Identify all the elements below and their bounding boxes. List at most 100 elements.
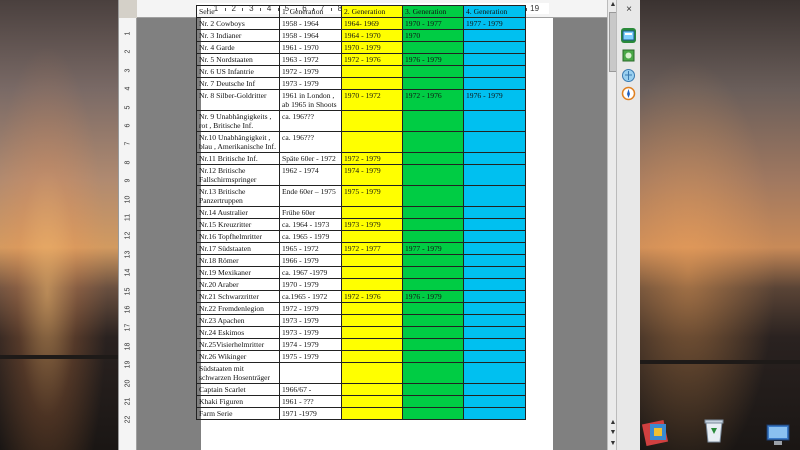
serie-cell[interactable]: Nr.14 Australier <box>196 206 280 219</box>
generation-cell[interactable]: 1964 - 1970 <box>341 29 403 42</box>
generation-cell[interactable]: 1976 - 1979 <box>402 53 464 66</box>
serie-cell[interactable]: Nr.23 Apachen <box>196 314 280 327</box>
generation-cell[interactable]: 1977 - 1979 <box>402 242 464 255</box>
generation-cell[interactable] <box>463 185 526 207</box>
close-icon[interactable]: × <box>623 4 635 16</box>
generation-cell[interactable] <box>341 362 403 384</box>
serie-cell[interactable]: Nr.20 Araber <box>196 278 280 291</box>
generation-cell[interactable] <box>402 41 464 54</box>
generation-cell[interactable] <box>341 77 403 90</box>
serie-cell[interactable]: Khaki Figuren <box>196 395 280 408</box>
generation-cell[interactable] <box>402 314 464 327</box>
generation-cell[interactable]: 1973 - 1979 <box>341 218 403 231</box>
generation-cell[interactable] <box>402 326 464 339</box>
generation-cell[interactable]: 1963 - 1972 <box>279 53 342 66</box>
generation-cell[interactable] <box>402 77 464 90</box>
generation-cell[interactable] <box>341 338 403 351</box>
generation-cell[interactable]: 1970 - 1977 <box>402 17 464 30</box>
generation-cell[interactable]: 1972 - 1976 <box>341 290 403 303</box>
serie-cell[interactable]: Nr. 8 Silber-Goldritter <box>196 89 280 111</box>
generation-cell[interactable]: 1970 - 1979 <box>341 41 403 54</box>
serie-cell[interactable]: Nr.24 Eskimos <box>196 326 280 339</box>
generation-cell[interactable]: 1961 - 1970 <box>279 41 342 54</box>
generation-cell[interactable]: 1972 - 1977 <box>341 242 403 255</box>
generation-cell[interactable] <box>402 185 464 207</box>
generation-cell[interactable]: ca.1965 - 1972 <box>279 290 342 303</box>
monitor-icon[interactable] <box>764 420 792 448</box>
generation-cell[interactable] <box>463 230 526 243</box>
generation-cell[interactable]: 1970 - 1979 <box>279 278 342 291</box>
serie-cell[interactable]: Nr. 6 US Infantrie <box>196 65 280 78</box>
recycle-bin-icon[interactable] <box>700 416 728 444</box>
header-gen2[interactable]: 2. Generation <box>341 5 403 18</box>
generation-cell[interactable] <box>402 206 464 219</box>
serie-cell[interactable]: Nr.10 Unabhängigkeit , blau , Amerikanis… <box>196 131 280 153</box>
serie-cell[interactable]: Südstaaten mit schwarzen Hosenträger <box>196 362 280 384</box>
generation-cell[interactable] <box>402 218 464 231</box>
generation-cell[interactable]: ca. 1967 -1979 <box>279 266 342 279</box>
generation-cell[interactable] <box>341 278 403 291</box>
generation-cell[interactable]: 1974 - 1979 <box>279 338 342 351</box>
puzzle-icon[interactable] <box>641 418 670 447</box>
generation-cell[interactable] <box>341 302 403 315</box>
generation-cell[interactable]: ca. 1965 - 1979 <box>279 230 342 243</box>
generation-cell[interactable] <box>463 164 526 186</box>
generation-cell[interactable] <box>402 350 464 363</box>
generation-cell[interactable]: 1970 <box>402 29 464 42</box>
generation-cell[interactable] <box>463 110 526 132</box>
generation-cell[interactable]: 1962 - 1974 <box>279 164 342 186</box>
serie-cell[interactable]: Nr. 4 Garde <box>196 41 280 54</box>
generation-cell[interactable] <box>402 110 464 132</box>
generation-cell[interactable] <box>341 110 403 132</box>
serie-cell[interactable]: Nr.22 Fremdenlegion <box>196 302 280 315</box>
generation-cell[interactable]: ca. 196??? <box>279 110 342 132</box>
navigator-icon[interactable] <box>621 68 636 83</box>
generation-cell[interactable]: 1958 - 1964 <box>279 29 342 42</box>
serie-cell[interactable]: Nr. 5 Nordstaaten <box>196 53 280 66</box>
generation-cell[interactable] <box>463 278 526 291</box>
generation-cell[interactable] <box>341 230 403 243</box>
generation-cell[interactable] <box>463 131 526 153</box>
serie-cell[interactable]: Nr. 3 Indianer <box>196 29 280 42</box>
generation-cell[interactable] <box>463 338 526 351</box>
generation-cell[interactable] <box>463 290 526 303</box>
generation-cell[interactable] <box>341 65 403 78</box>
generation-cell[interactable] <box>463 362 526 384</box>
generation-cell[interactable] <box>341 266 403 279</box>
generation-cell[interactable] <box>341 350 403 363</box>
generation-cell[interactable] <box>402 152 464 165</box>
generation-cell[interactable]: 1958 - 1964 <box>279 17 342 30</box>
generation-cell[interactable]: 1972 - 1979 <box>279 65 342 78</box>
serie-cell[interactable]: Nr.13 Britische Panzertruppen <box>196 185 280 207</box>
generation-cell[interactable] <box>463 350 526 363</box>
serie-cell[interactable]: Nr.12 Britische Fallschirmspringer <box>196 164 280 186</box>
generation-cell[interactable] <box>279 362 342 384</box>
generation-cell[interactable] <box>341 407 403 420</box>
generation-cell[interactable] <box>402 131 464 153</box>
serie-cell[interactable]: Nr.21 Schwarzritter <box>196 290 280 303</box>
generation-cell[interactable] <box>463 407 526 420</box>
generation-cell[interactable]: 1971 -1979 <box>279 407 342 420</box>
generation-cell[interactable]: 1965 - 1972 <box>279 242 342 255</box>
generation-cell[interactable] <box>463 41 526 54</box>
generation-cell[interactable] <box>341 395 403 408</box>
generation-cell[interactable]: 1972 - 1976 <box>402 89 464 111</box>
generation-cell[interactable] <box>402 338 464 351</box>
serie-cell[interactable]: Captain Scarlet <box>196 383 280 396</box>
generation-cell[interactable] <box>402 278 464 291</box>
generation-cell[interactable]: 1977 - 1979 <box>463 17 526 30</box>
generation-cell[interactable] <box>402 164 464 186</box>
serie-cell[interactable]: Nr.26 Wikinger <box>196 350 280 363</box>
compass-icon[interactable] <box>621 86 636 101</box>
generation-cell[interactable] <box>463 314 526 327</box>
generation-cell[interactable]: 1966/67 - <box>279 383 342 396</box>
generation-cell[interactable]: Frühe 60er <box>279 206 342 219</box>
generation-cell[interactable]: 1972 - 1979 <box>279 302 342 315</box>
generation-cell[interactable]: 1973 - 1979 <box>279 77 342 90</box>
generation-cell[interactable]: ca. 1964 - 1973 <box>279 218 342 231</box>
serie-cell[interactable]: Nr.19 Mexikaner <box>196 266 280 279</box>
generation-cell[interactable]: 1975 - 1979 <box>279 350 342 363</box>
header-serie[interactable]: Serie <box>196 5 280 18</box>
generation-cell[interactable] <box>341 383 403 396</box>
generation-cell[interactable] <box>463 218 526 231</box>
